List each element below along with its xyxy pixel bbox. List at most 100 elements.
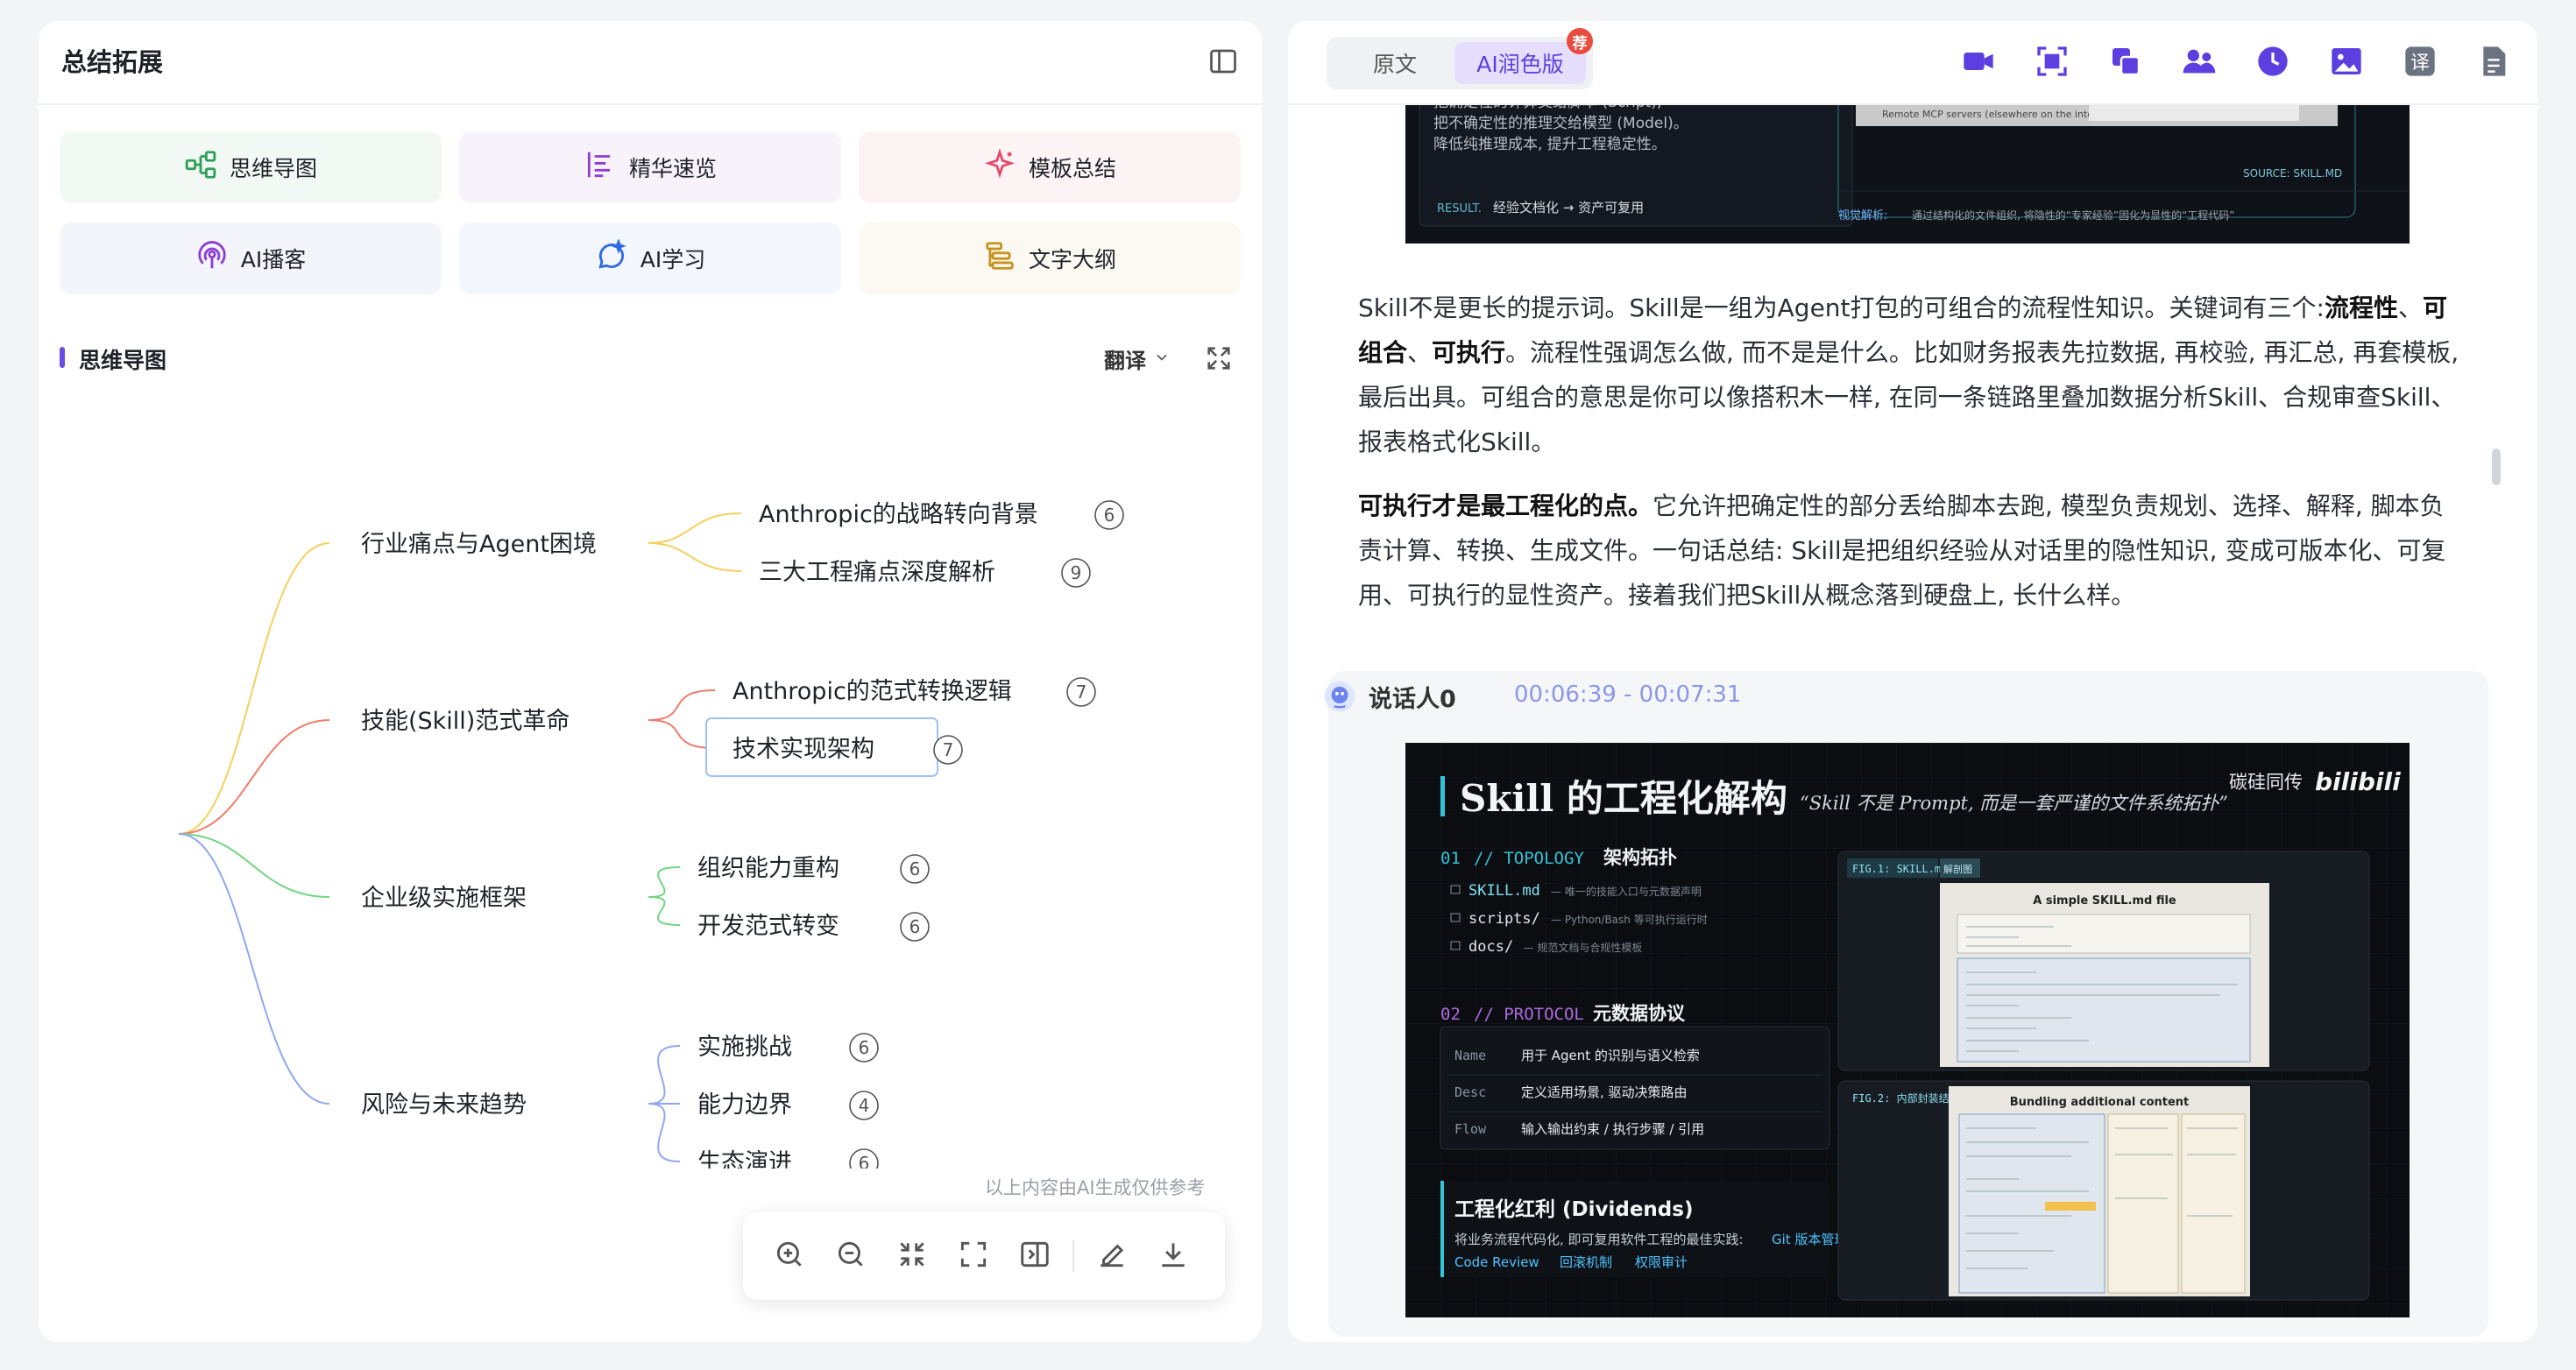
transcript-paragraph: 可执行才是最工程化的点。它允许把确定性的部分丢给脚本去跑, 模型负责规划、选择、…: [1358, 484, 2462, 618]
mindmap-tool-button[interactable]: 思维导图: [60, 131, 442, 203]
tool-label: 模板总结: [1028, 156, 1116, 181]
transcript-header: 原文 AI润色版 荐 译: [1288, 21, 2537, 105]
protocol-key: Name: [1454, 1048, 1486, 1063]
ai-disclaimer: 以上内容由AI生成仅供参考: [985, 1177, 1206, 1198]
slide2-file-name: SKILL.md: [1468, 882, 1540, 900]
mindmap-toolbar: [743, 1212, 1225, 1300]
mindmap-node-label[interactable]: Anthropic的战略转向背景: [759, 501, 1038, 528]
summary-tool-button[interactable]: 精华速览: [459, 131, 841, 203]
tool-label: AI学习: [640, 247, 706, 272]
mindmap-connector: [648, 1103, 681, 1162]
slide2-dividends-hl: 权限审计: [1635, 1254, 1688, 1270]
collapse-icon: [895, 1238, 929, 1275]
mindmap-connector: [648, 896, 681, 926]
mindmap-node-label[interactable]: 技术实现架构: [732, 736, 874, 763]
transcript-paragraph: Skill不是更长的提示词。Skill是一组为Agent打包的可组合的流程性知识…: [1358, 286, 2462, 464]
zoom-out-icon: [834, 1238, 867, 1275]
mindmap-count-text: 6: [1104, 505, 1115, 526]
slide2-dividends-hl: Git 版本管理: [1772, 1232, 1847, 1247]
slide2-file-desc: — 规范文档与合规性模板: [1524, 941, 1643, 954]
edit-button[interactable]: [1081, 1225, 1143, 1287]
translate-label: 翻译: [1104, 349, 1146, 373]
paragraph-text: Skill不是更长的提示词。Skill是一组为Agent打包的可组合的流程性知识…: [1358, 293, 2325, 322]
slide2-brand: 碳硅同传: [2229, 772, 2303, 793]
split-view-button[interactable]: [1004, 1225, 1065, 1287]
sidebar-toggle-icon[interactable]: [1207, 46, 1239, 77]
slide1-remote-text: Remote MCP servers (elsewhere on the int…: [1882, 109, 2117, 120]
mindmap-node-label[interactable]: 开发范式转变: [697, 913, 839, 940]
transcript-panel: 原文 AI润色版 荐 译 把确定性的计算交给脚本 (Script), 把不确定性…: [1288, 21, 2537, 1342]
copy-icon[interactable]: [2108, 44, 2143, 79]
speakers-icon[interactable]: [2182, 44, 2217, 79]
slide2-s1-num: 01: [1440, 849, 1461, 868]
speaker-timestamp[interactable]: 00:06:39 - 00:07:31: [1514, 681, 1741, 708]
protocol-value: 定义适用场景, 驱动决策路由: [1521, 1084, 1688, 1100]
tool-label: 思维导图: [229, 156, 317, 181]
fit-screen-button[interactable]: [943, 1225, 1004, 1287]
mindmap-node-label[interactable]: 能力边界: [697, 1091, 792, 1119]
scrollbar-thumb[interactable]: [2492, 448, 2501, 485]
fig1-tag: FIG.1: SKILL.md: [1852, 863, 1947, 875]
mindmap-node-label[interactable]: 三大工程痛点深度解析: [759, 559, 995, 586]
tab-ai-polished[interactable]: AI润色版: [1454, 42, 1586, 84]
slide2-dividends-title: 工程化红利 (Dividends): [1454, 1197, 1693, 1221]
mindmap-branch-label[interactable]: 技能(Skill)范式革命: [361, 708, 570, 735]
slide2-file-desc: — 唯一的技能入口与元数据声明: [1551, 885, 1702, 898]
speaker-name[interactable]: 说话人0: [1369, 680, 1456, 714]
collapse-button[interactable]: [881, 1225, 943, 1287]
slide-image-top: 把确定性的计算交给脚本 (Script), 把不确定性的推理交给模型 (Mode…: [1405, 103, 2410, 244]
fig2-tag: FIG.2: 内部封装结构: [1852, 1091, 1960, 1105]
paragraph-text: 、: [2397, 293, 2423, 322]
video-icon[interactable]: [1961, 44, 1996, 79]
panel-header: 总结拓展: [39, 21, 1262, 105]
fig1-tag2: 解剖图: [1943, 863, 1972, 875]
ai-learning-button[interactable]: AI学习: [459, 222, 841, 294]
tab-original[interactable]: 原文: [1332, 42, 1458, 84]
slide1-source: SOURCE: SKILL.MD: [2243, 167, 2342, 180]
document-icon[interactable]: [2476, 44, 2511, 79]
mindmap-connector: [178, 542, 330, 835]
ai-podcast-button[interactable]: AI播客: [60, 222, 442, 294]
summary-panel: 总结拓展 思维导图 精华速览 模板总结 AI播客 AI学习 文字大纲 思维导图 …: [39, 21, 1262, 1342]
tool-label: 精华速览: [628, 156, 717, 181]
download-button[interactable]: [1143, 1225, 1204, 1287]
mindmap-count-text: 7: [1076, 681, 1087, 703]
mindmap-canvas[interactable]: 行业痛点与Agent困境 Anthropic的战略转向背景 6 三大工程痛点深度解析 9…: [39, 389, 1262, 1169]
mindmap-node-label[interactable]: 组织能力重构: [697, 855, 839, 882]
svg-text:译: 译: [2410, 52, 2430, 74]
mindmap-connector: [648, 512, 742, 544]
slide1-caption: 通过结构化的文件组织, 将隐性的“专家经验”固化为显性的“工程代码”: [1912, 208, 2235, 222]
mindmap-node-label[interactable]: 生态演进: [697, 1149, 792, 1169]
protocol-value: 输入输出约束 / 执行步骤 / 引用: [1521, 1121, 1704, 1137]
mindmap-branch-label[interactable]: 行业痛点与Agent困境: [361, 531, 597, 558]
template-summary-button[interactable]: 模板总结: [859, 131, 1241, 203]
section-accent-bar: [60, 347, 65, 368]
chat-sparkle-icon: [595, 237, 628, 278]
mindmap-branch-label[interactable]: 风险与未来趋势: [361, 1091, 527, 1119]
fullscreen-expand-icon[interactable]: [1204, 343, 1234, 373]
mindmap-node-label[interactable]: Anthropic的范式转换逻辑: [732, 678, 1012, 705]
text-outline-button[interactable]: 文字大纲: [859, 222, 1241, 294]
recommend-badge: 荐: [1567, 28, 1593, 54]
slide2-s2-num: 02: [1440, 1005, 1461, 1024]
panel-title: 总结拓展: [61, 47, 164, 77]
mindmap-branch-label[interactable]: 企业级实施框架: [361, 885, 527, 912]
mindmap-count-text: 6: [859, 1153, 870, 1169]
zoom-in-button[interactable]: [759, 1225, 820, 1287]
mindmap-node-label[interactable]: 实施挑战: [697, 1034, 792, 1061]
image-icon[interactable]: [2329, 44, 2364, 79]
mindmap-connector: [178, 719, 330, 835]
toolbar-divider: [1072, 1240, 1074, 1272]
slide1-result-text: 经验文档化 → 资产可复用: [1493, 200, 1644, 215]
mindmap-connector: [178, 833, 330, 1105]
slide2-s2-title: 元数据协议: [1593, 1003, 1686, 1024]
zoom-out-button[interactable]: [820, 1225, 881, 1287]
clock-icon[interactable]: [2255, 44, 2290, 79]
translate-icon[interactable]: 译: [2403, 44, 2438, 79]
paragraph-text: 、: [1407, 338, 1433, 367]
screenshot-icon[interactable]: [2035, 44, 2070, 79]
slide1-caption-strong: 视觉解析:: [1838, 209, 1887, 222]
translate-dropdown[interactable]: 翻译: [1104, 343, 1171, 374]
mindmap-connector: [648, 719, 716, 749]
edit-icon: [1095, 1238, 1129, 1275]
